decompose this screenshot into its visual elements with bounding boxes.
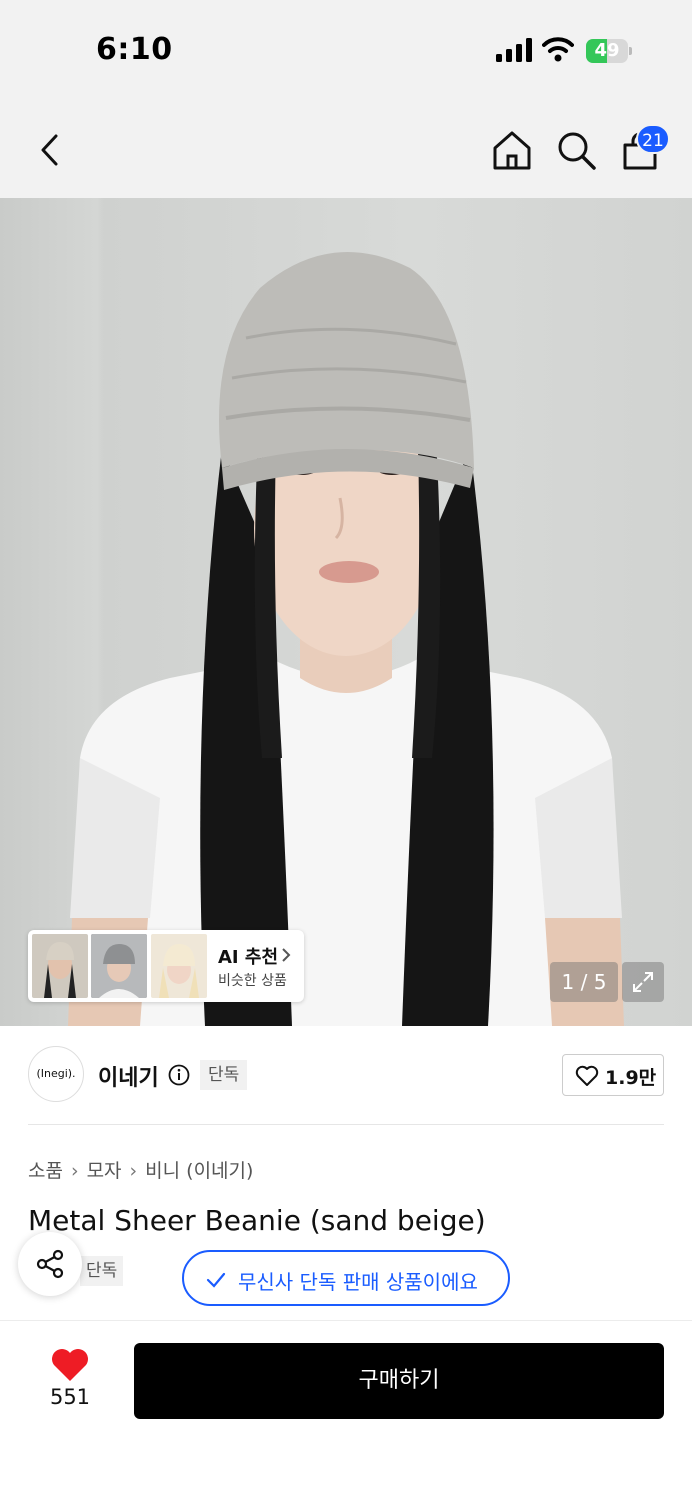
like-count: 551 [49,1385,91,1409]
brand-like-count: 1.9만 [605,1067,657,1089]
expand-button[interactable] [622,962,664,1002]
status-bar: 6:10 49 [0,0,692,100]
chevron-right-icon [282,948,291,962]
home-icon[interactable] [490,128,534,172]
divider [28,1124,664,1125]
cart-count-badge: 21 [636,124,670,154]
status-time: 6:10 [96,32,173,67]
exclusive-badge: 단독 [200,1060,248,1090]
info-icon[interactable] [168,1064,190,1086]
breadcrumb-item[interactable]: 비니 (이네기) [145,1160,253,1182]
model-photo [68,252,624,1026]
exclusive-notice-text: 무신사 단독 판매 상품이에요 [238,1270,478,1294]
back-arrow-icon[interactable] [30,130,70,170]
exclusive-badge: 단독 [80,1256,124,1286]
image-pager: 1 / 5 [550,962,618,1002]
breadcrumb: 소품 › 모자 › 비니 (이네기) [28,1156,253,1183]
top-navigation: 21 [0,100,692,198]
checkmark-icon [206,1272,226,1288]
brand-logo[interactable]: (Inegi). [28,1046,84,1102]
heart-outline-icon [575,1065,599,1086]
search-icon[interactable] [554,128,598,172]
battery-percent: 49 [594,40,620,61]
wifi-icon [542,37,574,62]
cellular-signal-icon [496,38,532,62]
chevron-right-icon: › [70,1160,79,1182]
share-icon [36,1249,64,1279]
buy-button[interactable]: 구매하기 [134,1343,664,1419]
bottom-action-bar: 551 구매하기 [0,1320,692,1500]
share-button[interactable] [18,1232,82,1296]
recommendation-thumbnail[interactable] [151,934,207,998]
product-title: Metal Sheer Beanie (sand beige) [28,1204,486,1237]
recommendation-thumbnail[interactable] [32,934,88,998]
expand-icon [633,972,653,992]
battery-icon: 49 [586,39,632,63]
breadcrumb-item[interactable]: 소품 [28,1160,63,1182]
heart-filled-icon[interactable] [50,1347,90,1383]
exclusive-notice-pill[interactable]: 무신사 단독 판매 상품이에요 [182,1250,510,1306]
ai-recommend-subtitle: 비슷한 상품 [218,973,287,989]
brand-like-button[interactable]: 1.9만 [562,1054,664,1096]
chevron-right-icon: › [129,1160,138,1182]
ai-recommendation-card[interactable]: AI 추천 비슷한 상품 [28,930,304,1002]
brand-name[interactable]: 이네기 [98,1060,159,1092]
ai-recommend-title: AI 추천 [218,947,279,968]
product-image[interactable]: AI 추천 비슷한 상품 1 / 5 [0,198,692,1026]
breadcrumb-item[interactable]: 모자 [87,1160,122,1182]
recommendation-thumbnail[interactable] [91,934,147,998]
